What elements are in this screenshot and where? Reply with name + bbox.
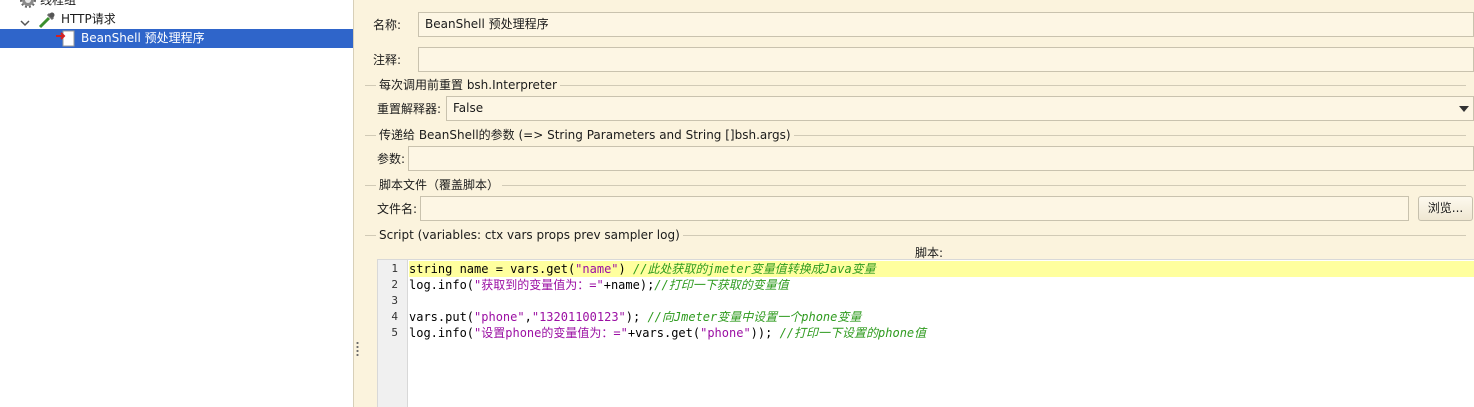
code-string: "phone": [474, 310, 525, 324]
tree-item-label: HTTP请求: [61, 12, 116, 26]
parameters-label: 参数:: [377, 152, 406, 166]
filename-field[interactable]: [420, 196, 1409, 221]
name-label: 名称:: [373, 18, 402, 32]
code-line[interactable]: string name = vars.get("name") //此处获取的jm…: [409, 261, 1474, 277]
test-plan-tree: 线程组 HTTP请求 BeanShell 预处理程序: [0, 0, 353, 407]
beanshell-preprocessor-panel: 名称: BeanShell 预处理程序 注释: 每次调用前重置 bsh.Inte…: [361, 0, 1474, 407]
gear-icon: [20, 0, 36, 8]
line-number: 3: [391, 294, 398, 307]
tree-item-label: BeanShell 预处理程序: [81, 31, 205, 45]
reset-interpreter-value: False: [453, 101, 484, 115]
code-token: +vars.get(: [627, 326, 701, 340]
reset-interpreter-label: 重置解释器:: [377, 102, 442, 116]
code-line[interactable]: log.info("设置phone的变量值为：="+vars.get("phon…: [409, 325, 1474, 341]
line-number: 5: [391, 326, 398, 339]
script-section: Script (variables: ctx vars props prev s…: [365, 228, 1466, 242]
section-title: Script (variables: ctx vars props prev s…: [376, 228, 683, 242]
tree-item-beanshell-preprocessor[interactable]: BeanShell 预处理程序: [0, 29, 353, 48]
line-number: 1: [391, 262, 398, 275]
code-string: "name": [575, 262, 619, 276]
browse-button[interactable]: 浏览...: [1418, 196, 1473, 221]
comment-label: 注释:: [373, 53, 402, 67]
chevron-down-icon[interactable]: [20, 15, 30, 27]
code-comment: //打印一下获取的变量值: [654, 278, 789, 292]
code-string: "获取到的变量值为：=": [474, 278, 604, 292]
splitter[interactable]: [353, 0, 361, 407]
code-string: "13201100123": [531, 310, 626, 324]
line-number-gutter: 1 2 3 4 5: [378, 260, 408, 407]
reset-interpreter-select[interactable]: False: [446, 96, 1474, 121]
code-token: log.info(: [409, 278, 475, 292]
code-token: ): [618, 262, 633, 276]
parameters-field[interactable]: [408, 146, 1474, 171]
code-token: );: [625, 310, 648, 324]
tree-item-label: 线程组: [40, 0, 77, 7]
section-title: 脚本文件（覆盖脚本）: [376, 178, 503, 192]
line-number: 4: [391, 310, 398, 323]
line-number: 2: [391, 278, 398, 291]
code-token: vars.put(: [409, 310, 475, 324]
parameters-section: 传递给 BeanShell的参数 (=> String Parameters a…: [365, 128, 1466, 142]
code-line[interactable]: vars.put("phone","13201100123"); //向Jmet…: [409, 309, 1474, 325]
code-token: ,: [524, 310, 532, 324]
section-title: 每次调用前重置 bsh.Interpreter: [376, 78, 560, 92]
code-comment: //打印一下设置的phone值: [779, 326, 927, 340]
code-token: log.info(: [409, 326, 475, 340]
reset-interpreter-section: 每次调用前重置 bsh.Interpreter: [365, 78, 1466, 92]
script-file-section: 脚本文件（覆盖脚本）: [365, 178, 1466, 192]
code-string: "设置phone的变量值为：=": [474, 326, 628, 340]
code-comment: //此处获取的jmeter变量值转换成Java变量: [632, 262, 876, 276]
code-line[interactable]: [409, 293, 1474, 309]
code-line[interactable]: log.info("获取到的变量值为：="+name);//打印一下获取的变量值: [409, 277, 1474, 293]
name-field[interactable]: BeanShell 预处理程序: [418, 12, 1474, 37]
code-token: ));: [750, 326, 780, 340]
beanshell-preprocessor-icon: [56, 30, 76, 47]
dropdown-arrow-icon[interactable]: [1459, 106, 1469, 112]
pipette-icon: [38, 11, 56, 29]
comment-field[interactable]: [418, 47, 1474, 72]
filename-label: 文件名:: [377, 202, 418, 216]
script-editor[interactable]: 1 2 3 4 5 string name = vars.get("name") //此…: [377, 259, 1474, 407]
code-token: +name);: [603, 278, 655, 292]
code-string: "phone": [700, 326, 751, 340]
code-comment: //向Jmeter变量中设置一个phone变量: [647, 310, 862, 324]
section-title: 传递给 BeanShell的参数 (=> String Parameters a…: [376, 128, 794, 142]
splitter-grip-icon[interactable]: [356, 341, 359, 356]
code-token: string name = vars.get(: [409, 262, 576, 276]
